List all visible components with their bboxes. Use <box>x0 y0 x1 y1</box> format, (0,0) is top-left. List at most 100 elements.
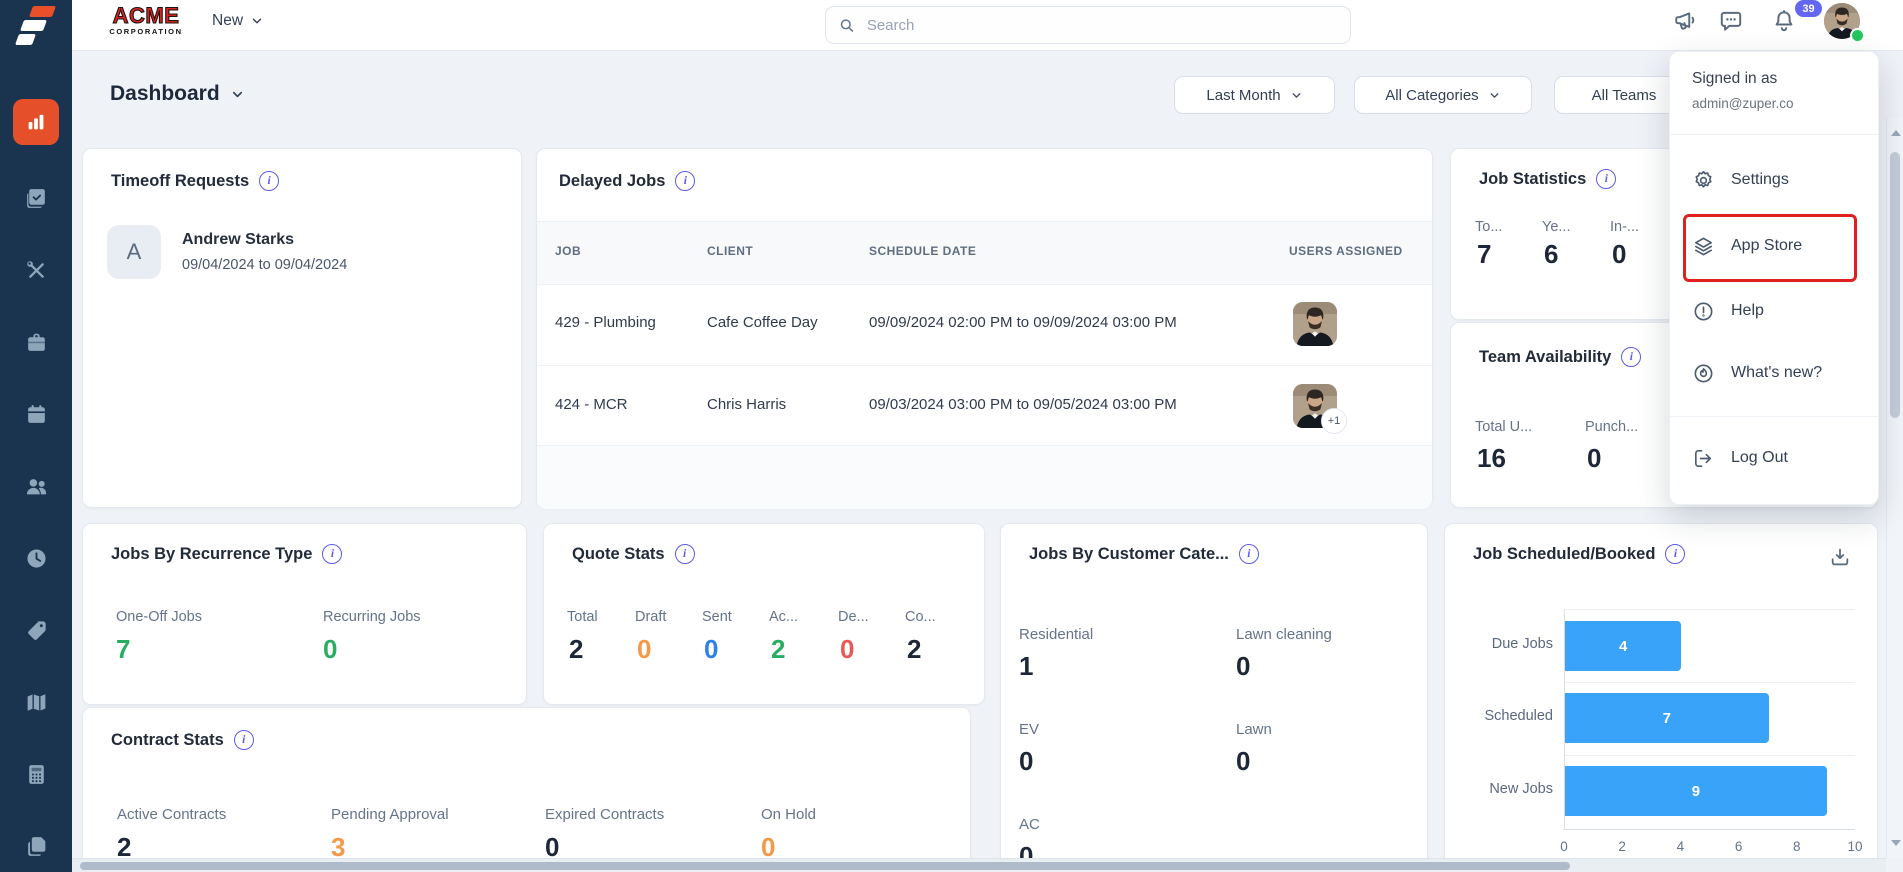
info-icon[interactable]: i <box>322 544 343 564</box>
chat-button[interactable] <box>1718 8 1744 34</box>
info-icon[interactable]: i <box>259 171 280 191</box>
announcements-button[interactable] <box>1673 8 1699 34</box>
profile-dropdown-menu: Signed in as admin@zuper.co Settings App… <box>1669 51 1879 505</box>
stat-value: 0 <box>323 634 338 664</box>
timeoff-dates: 09/04/2024 to 09/04/2024 <box>182 257 348 273</box>
stat-label: Ac... <box>769 609 799 625</box>
date-range-filter[interactable]: Last Month <box>1174 76 1335 114</box>
assigned-user-avatar[interactable] <box>1293 302 1337 346</box>
stat-label: Pending Approval <box>331 806 449 823</box>
stat-label: Draft <box>635 609 667 625</box>
stat-label: In-... <box>1610 219 1640 235</box>
page-title[interactable]: Dashboard <box>110 82 245 106</box>
chart-bar[interactable]: 4 <box>1565 621 1682 671</box>
stat-label: Sent <box>702 609 732 625</box>
notifications-button[interactable] <box>1771 8 1797 34</box>
client-cell: Cafe Coffee Day <box>707 314 818 331</box>
clock-icon <box>26 548 46 568</box>
delayed-jobs-card: Delayed Jobs i JOB CLIENT SCHEDULE DATE … <box>536 148 1433 509</box>
zuper-logo-icon[interactable] <box>14 2 60 48</box>
stat-value: 1 <box>1019 651 1034 681</box>
table-row[interactable]: 429 - Plumbing Cafe Coffee Day 09/09/202… <box>537 283 1432 365</box>
schedule-cell: 09/03/2024 03:00 PM to 09/05/2024 03:00 … <box>869 396 1177 413</box>
more-users-badge[interactable]: +1 <box>1321 408 1347 434</box>
global-search[interactable] <box>825 6 1351 44</box>
search-icon <box>840 18 854 32</box>
signed-in-as-label: Signed in as <box>1692 70 1778 87</box>
sidebar-item-documents[interactable] <box>0 822 72 870</box>
chart-bar[interactable]: 9 <box>1565 766 1827 816</box>
top-bar: ACME CORPORATION New 39 <box>72 0 1903 51</box>
info-icon[interactable]: i <box>675 171 696 191</box>
stat-label: Expired Contracts <box>545 806 665 823</box>
company-logo-subtitle: CORPORATION <box>109 27 183 36</box>
menu-item-help[interactable]: Help <box>1670 289 1878 333</box>
sidebar-item-map[interactable] <box>0 678 72 726</box>
categories-filter[interactable]: All Categories <box>1354 76 1532 114</box>
card-title: Team Availability <box>1479 347 1612 366</box>
horizontal-scrollbar-thumb[interactable] <box>80 862 1570 870</box>
chart-category-label: Scheduled <box>1484 708 1553 724</box>
sidebar-item-dashboard[interactable] <box>13 99 59 145</box>
sidebar-item-calendar[interactable] <box>0 390 72 438</box>
info-icon[interactable]: i <box>233 730 254 750</box>
stat-label: EV <box>1019 721 1040 738</box>
chevron-down-icon <box>1490 92 1499 98</box>
timeoff-user-name[interactable]: Andrew Starks <box>182 231 294 249</box>
info-icon[interactable]: i <box>1621 347 1642 367</box>
sidebar-item-tags[interactable] <box>0 606 72 654</box>
client-cell: Chris Harris <box>707 396 787 413</box>
table-row[interactable]: 424 - MCR Chris Harris 09/03/2024 03:00 … <box>537 365 1432 447</box>
stat-label: One-Off Jobs <box>116 609 202 625</box>
sidebar-item-invoices[interactable] <box>0 750 72 798</box>
signed-in-email: admin@zuper.co <box>1692 96 1794 111</box>
menu-item-app-store[interactable]: App Store <box>1670 224 1878 268</box>
scroll-up-arrow[interactable] <box>1891 130 1901 136</box>
column-header-job: JOB <box>555 244 582 258</box>
new-button[interactable]: New <box>212 12 264 30</box>
download-chart-button[interactable] <box>1829 546 1851 568</box>
sidebar-item-timesheets[interactable] <box>0 534 72 582</box>
users-icon <box>26 478 46 494</box>
chart-bar[interactable]: 7 <box>1565 693 1769 743</box>
documents-icon <box>27 836 45 856</box>
scroll-down-arrow[interactable] <box>1891 840 1901 846</box>
megaphone-icon <box>1675 12 1695 30</box>
stat-value: 0 <box>1019 746 1034 776</box>
menu-item-whats-new[interactable]: What's new? <box>1670 351 1878 395</box>
vertical-scrollbar[interactable] <box>1886 118 1903 858</box>
tools-icon <box>26 260 44 278</box>
search-input[interactable] <box>864 15 1338 35</box>
sidebar-item-teams[interactable] <box>0 462 72 510</box>
sidebar-item-jobs[interactable] <box>0 174 72 222</box>
sidebar-item-service-tools[interactable] <box>0 246 72 294</box>
stat-value: 0 <box>637 634 652 664</box>
chevron-down-icon <box>1292 92 1301 98</box>
schedule-cell: 09/09/2024 02:00 PM to 09/09/2024 03:00 … <box>869 314 1177 331</box>
job-scheduled-booked-card: Job Scheduled/Booked i Due Jobs Schedule… <box>1444 523 1878 872</box>
contract-stats-card: Contract Stats i Active Contracts 2 Pend… <box>82 707 971 872</box>
info-icon[interactable]: i <box>1596 169 1617 189</box>
calculator-icon <box>28 764 44 784</box>
job-cell[interactable]: 429 - Plumbing <box>555 314 656 331</box>
info-icon[interactable]: i <box>674 544 695 564</box>
x-axis-tick: 6 <box>1734 839 1743 854</box>
horizontal-scrollbar[interactable] <box>72 858 1886 872</box>
chart-category-label: Due Jobs <box>1491 636 1553 652</box>
menu-item-log-out[interactable]: Log Out <box>1670 436 1878 480</box>
stat-label: Punch... <box>1585 419 1639 435</box>
job-cell[interactable]: 424 - MCR <box>555 396 628 413</box>
info-icon[interactable]: i <box>1238 544 1259 564</box>
sidebar <box>0 0 72 872</box>
stat-value: 16 <box>1477 443 1506 473</box>
vertical-scrollbar-thumb[interactable] <box>1890 152 1900 418</box>
gear-icon <box>1695 170 1712 188</box>
jobs-by-customer-category-card: Jobs By Customer Cate... i Residential 1… <box>1000 523 1428 872</box>
card-title: Timeoff Requests <box>111 171 250 190</box>
stat-label: AC <box>1019 816 1040 833</box>
download-icon <box>1831 548 1849 566</box>
sidebar-item-toolbox[interactable] <box>0 318 72 366</box>
info-icon[interactable]: i <box>1665 544 1686 564</box>
menu-item-settings[interactable]: Settings <box>1670 158 1878 202</box>
stat-value: 7 <box>116 634 131 664</box>
